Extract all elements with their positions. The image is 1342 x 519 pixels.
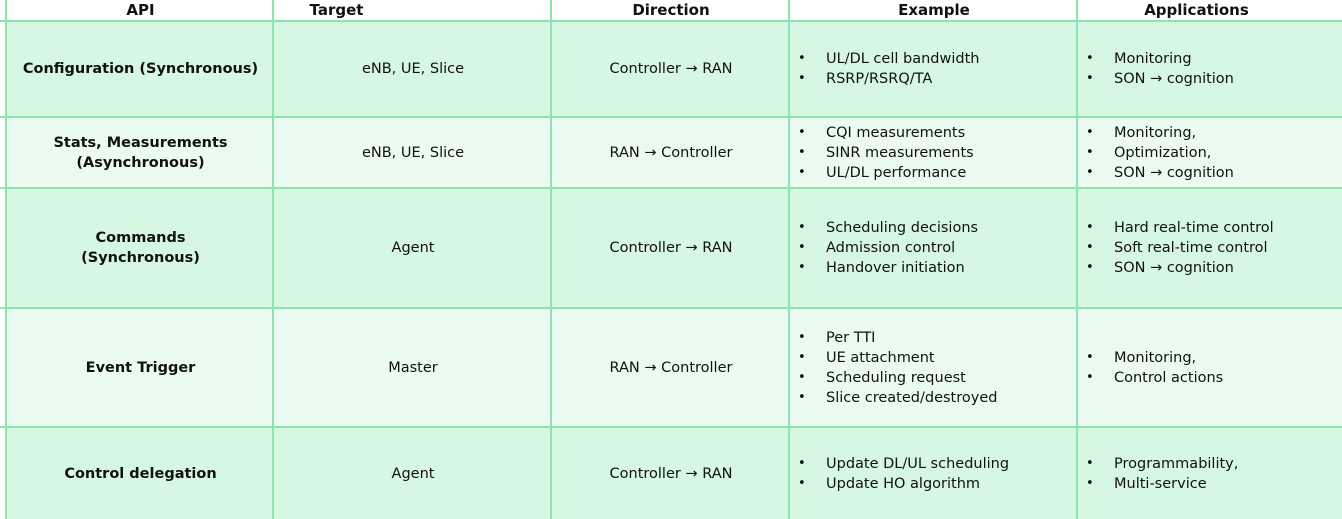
- applications-cell: Monitoring, Optimization, SON → cognitio…: [1078, 118, 1342, 187]
- list-item: UL/DL performance: [790, 163, 974, 183]
- list-item: Control actions: [1078, 368, 1223, 388]
- api-cell: Event Trigger: [85, 359, 196, 376]
- api-cell: Commands (Synchronous): [7, 189, 274, 307]
- header-example: Example: [898, 1, 970, 19]
- row-divider: [0, 116, 1342, 118]
- column-divider: [1076, 0, 1078, 519]
- list-item: Soft real-time control: [1078, 238, 1274, 258]
- list-item: Monitoring: [1078, 49, 1234, 69]
- header-target: Target: [309, 1, 364, 19]
- direction-cell: Controller → RAN: [609, 240, 733, 256]
- column-divider: [272, 0, 274, 519]
- target-cell: Agent: [391, 465, 435, 482]
- row-divider: [0, 20, 1342, 22]
- api-cell: Configuration (Synchronous): [22, 61, 259, 77]
- target-cell: Agent: [391, 240, 435, 256]
- api-label: Stats, Measurements (Asynchronous): [53, 134, 228, 171]
- row-divider: [0, 426, 1342, 428]
- api-cell: Stats, Measurements (Asynchronous): [7, 118, 274, 187]
- example-list: UL/DL cell bandwidth RSRP/RSRQ/TA: [790, 49, 979, 89]
- applications-list: Programmability, Multi-service: [1078, 454, 1238, 494]
- applications-list: Monitoring, Optimization, SON → cognitio…: [1078, 123, 1234, 183]
- table-row: Event Trigger Master RAN → Controller Pe…: [7, 309, 1342, 426]
- list-item: Monitoring,: [1078, 123, 1234, 143]
- column-divider: [550, 0, 552, 519]
- list-item: Admission control: [790, 238, 978, 258]
- example-list: Scheduling decisions Admission control H…: [790, 218, 978, 278]
- list-item: Programmability,: [1078, 454, 1238, 474]
- list-item: Per TTI: [790, 328, 997, 348]
- applications-cell: Monitoring SON → cognition: [1078, 22, 1342, 116]
- list-item: SON → cognition: [1078, 258, 1274, 278]
- example-cell: Scheduling decisions Admission control H…: [790, 189, 1078, 307]
- header-api: API: [126, 1, 155, 19]
- list-item: Scheduling decisions: [790, 218, 978, 238]
- header-applications: Applications: [1144, 1, 1249, 19]
- target-cell: eNB, UE, Slice: [361, 61, 465, 77]
- list-item: Scheduling request: [790, 368, 997, 388]
- applications-cell: Hard real-time control Soft real-time co…: [1078, 189, 1342, 307]
- example-cell: CQI measurements SINR measurements UL/DL…: [790, 118, 1078, 187]
- list-item: Hard real-time control: [1078, 218, 1274, 238]
- direction-cell: RAN → Controller: [609, 359, 733, 376]
- direction-cell: Controller → RAN: [609, 465, 733, 482]
- header-direction: Direction: [632, 1, 710, 19]
- applications-cell: Monitoring, Control actions: [1078, 309, 1342, 426]
- table-row: Stats, Measurements (Asynchronous) eNB, …: [7, 118, 1342, 187]
- direction-cell: Controller → RAN: [609, 61, 733, 77]
- row-divider: [0, 187, 1342, 189]
- target-cell: eNB, UE, Slice: [361, 144, 465, 161]
- table-row: Commands (Synchronous) Agent Controller …: [7, 189, 1342, 307]
- applications-cell: Programmability, Multi-service: [1078, 428, 1342, 519]
- applications-list: Monitoring, Control actions: [1078, 348, 1223, 388]
- list-item: SON → cognition: [1078, 69, 1234, 89]
- example-cell: UL/DL cell bandwidth RSRP/RSRQ/TA: [790, 22, 1078, 116]
- example-cell: Update DL/UL scheduling Update HO algori…: [790, 428, 1078, 519]
- list-item: RSRP/RSRQ/TA: [790, 69, 979, 89]
- list-item: Optimization,: [1078, 143, 1234, 163]
- list-item: SINR measurements: [790, 143, 974, 163]
- applications-list: Monitoring SON → cognition: [1078, 49, 1234, 89]
- example-list: Per TTI UE attachment Scheduling request…: [790, 328, 997, 408]
- list-item: SON → cognition: [1078, 163, 1234, 183]
- api-table: API Target Direction Example Application…: [0, 0, 1342, 519]
- row-divider: [0, 307, 1342, 309]
- list-item: UE attachment: [790, 348, 997, 368]
- example-list: Update DL/UL scheduling Update HO algori…: [790, 454, 1009, 494]
- list-item: UL/DL cell bandwidth: [790, 49, 979, 69]
- list-item: Monitoring,: [1078, 348, 1223, 368]
- list-item: Update DL/UL scheduling: [790, 454, 1009, 474]
- column-divider: [5, 0, 7, 519]
- list-item: Multi-service: [1078, 474, 1238, 494]
- target-cell: Master: [388, 359, 438, 376]
- applications-list: Hard real-time control Soft real-time co…: [1078, 218, 1274, 278]
- list-item: Slice created/destroyed: [790, 388, 997, 408]
- list-item: Update HO algorithm: [790, 474, 1009, 494]
- table-row: Control delegation Agent Controller → RA…: [7, 428, 1342, 519]
- column-divider: [788, 0, 790, 519]
- table-row: Configuration (Synchronous) eNB, UE, Sli…: [7, 22, 1342, 116]
- direction-cell: RAN → Controller: [609, 144, 733, 161]
- api-label: Commands (Synchronous): [81, 230, 200, 266]
- list-item: Handover initiation: [790, 258, 978, 278]
- list-item: CQI measurements: [790, 123, 974, 143]
- example-cell: Per TTI UE attachment Scheduling request…: [790, 309, 1078, 426]
- api-cell: Control delegation: [64, 465, 217, 482]
- example-list: CQI measurements SINR measurements UL/DL…: [790, 123, 974, 183]
